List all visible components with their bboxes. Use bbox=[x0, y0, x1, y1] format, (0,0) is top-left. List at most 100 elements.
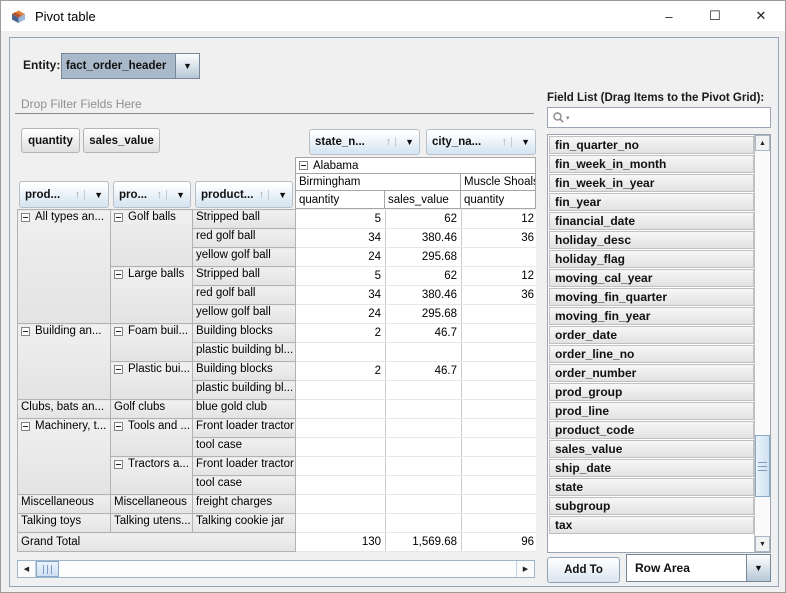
pivot-product-cell[interactable]: red golf ball bbox=[193, 229, 296, 248]
field-list-item[interactable]: product_code bbox=[549, 421, 754, 439]
field-search-box[interactable]: ▾ bbox=[547, 107, 771, 128]
pivot-product-cell[interactable]: freight charges bbox=[193, 495, 296, 514]
measure-header-quantity[interactable]: quantity bbox=[295, 190, 385, 209]
scroll-up-button[interactable]: ▲ bbox=[755, 135, 770, 151]
pivot-product-cell[interactable]: Stripped ball bbox=[193, 267, 296, 286]
field-list-item[interactable]: state bbox=[549, 478, 754, 496]
entity-dropdown-button[interactable]: ▼ bbox=[175, 54, 199, 78]
pivot-subgroup-cell[interactable]: Golf balls bbox=[111, 210, 193, 267]
pivot-product-cell[interactable]: tool case bbox=[193, 438, 296, 457]
measure-header-sales-value[interactable]: sales_value bbox=[384, 190, 461, 209]
add-to-button[interactable]: Add To bbox=[547, 557, 620, 583]
horizontal-scroll-thumb[interactable] bbox=[36, 561, 59, 577]
filter-dropdown-icon[interactable]: ▼ bbox=[395, 137, 414, 147]
data-field-button-quantity[interactable]: quantity bbox=[21, 128, 80, 153]
pivot-product-cell[interactable]: yellow golf ball bbox=[193, 248, 296, 267]
maximize-button[interactable]: ☐ bbox=[692, 1, 738, 31]
entity-combobox[interactable]: fact_order_header ▼ bbox=[61, 53, 200, 79]
row-field-button-product-code[interactable]: product... ↑ ▼ bbox=[195, 181, 293, 208]
city-header-muscle-shoals[interactable]: Muscle Shoals bbox=[460, 173, 536, 191]
state-group-header[interactable]: Alabama bbox=[295, 157, 536, 174]
field-search-input[interactable] bbox=[570, 108, 770, 127]
pivot-product-cell[interactable]: tool case bbox=[193, 476, 296, 495]
collapse-icon[interactable] bbox=[114, 422, 123, 431]
field-list-item[interactable]: financial_date bbox=[549, 212, 754, 230]
scroll-down-button[interactable]: ▼ bbox=[755, 536, 770, 552]
field-list-item[interactable]: moving_cal_year bbox=[549, 269, 754, 287]
sort-ascending-icon[interactable]: ↑ bbox=[386, 136, 392, 148]
collapse-icon[interactable] bbox=[21, 422, 30, 431]
pivot-group-cell[interactable]: Talking toys bbox=[18, 514, 111, 533]
field-list-item[interactable]: ship_date bbox=[549, 459, 754, 477]
column-field-button-city[interactable]: city_na... ↑ ▼ bbox=[426, 129, 536, 155]
minimize-button[interactable]: – bbox=[646, 1, 692, 31]
pivot-product-cell[interactable]: Stripped ball bbox=[193, 210, 296, 229]
pivot-subgroup-cell[interactable]: Tractors a... bbox=[111, 457, 193, 495]
area-combobox[interactable]: Row Area ▼ bbox=[626, 554, 771, 582]
close-button[interactable]: ✕ bbox=[738, 1, 784, 31]
collapse-icon[interactable] bbox=[114, 213, 123, 222]
scroll-right-button[interactable]: ▶ bbox=[516, 561, 534, 577]
pivot-product-cell[interactable]: Front loader tractor bbox=[193, 419, 296, 438]
collapse-icon[interactable] bbox=[114, 327, 123, 336]
collapse-icon[interactable] bbox=[299, 161, 308, 170]
sort-ascending-icon[interactable]: ↑ bbox=[157, 189, 163, 201]
field-list-item[interactable]: fin_year bbox=[549, 193, 754, 211]
collapse-icon[interactable] bbox=[114, 460, 123, 469]
pivot-product-cell[interactable]: Building blocks bbox=[193, 324, 296, 343]
collapse-icon[interactable] bbox=[114, 270, 123, 279]
pivot-group-cell[interactable]: Machinery, t... bbox=[18, 419, 111, 495]
field-list-item[interactable]: order_line_no bbox=[549, 345, 754, 363]
pivot-product-cell[interactable]: plastic building bl... bbox=[193, 343, 296, 362]
field-list-item[interactable]: sales_value bbox=[549, 440, 754, 458]
pivot-subgroup-cell[interactable]: Plastic bui... bbox=[111, 362, 193, 400]
pivot-subgroup-cell[interactable]: Foam buil... bbox=[111, 324, 193, 362]
field-list-item[interactable]: moving_fin_quarter bbox=[549, 288, 754, 306]
field-list-item[interactable]: tax bbox=[549, 516, 754, 534]
field-list-item[interactable]: prod_group bbox=[549, 383, 754, 401]
pivot-group-cell[interactable]: Miscellaneous bbox=[18, 495, 111, 514]
field-list-item[interactable]: fin_week_in_month bbox=[549, 155, 754, 173]
filter-dropdown-icon[interactable]: ▼ bbox=[268, 190, 287, 200]
field-list-item[interactable]: moving_fin_year bbox=[549, 307, 754, 325]
filter-dropdown-icon[interactable]: ▼ bbox=[84, 190, 103, 200]
field-list-item[interactable]: order_date bbox=[549, 326, 754, 344]
filter-dropdown-icon[interactable]: ▼ bbox=[511, 137, 530, 147]
pivot-product-cell[interactable]: red golf ball bbox=[193, 286, 296, 305]
measure-header-quantity-2[interactable]: quantity bbox=[460, 190, 536, 209]
sort-ascending-icon[interactable]: ↑ bbox=[502, 136, 508, 148]
field-list-item[interactable]: fin_week_in_year bbox=[549, 174, 754, 192]
sort-ascending-icon[interactable]: ↑ bbox=[259, 189, 265, 201]
field-list-item[interactable]: fin_quarter_no bbox=[549, 136, 754, 154]
pivot-subgroup-cell[interactable]: Golf clubs bbox=[111, 400, 193, 419]
collapse-icon[interactable] bbox=[21, 327, 30, 336]
pivot-product-cell[interactable]: yellow golf ball bbox=[193, 305, 296, 324]
pivot-group-cell[interactable]: Building an... bbox=[18, 324, 111, 400]
field-list-item[interactable]: holiday_flag bbox=[549, 250, 754, 268]
row-field-button-prod-group[interactable]: prod... ↑ ▼ bbox=[19, 181, 109, 208]
pivot-subgroup-cell[interactable]: Large balls bbox=[111, 267, 193, 324]
sort-ascending-icon[interactable]: ↑ bbox=[75, 189, 81, 201]
field-list-item[interactable]: holiday_desc bbox=[549, 231, 754, 249]
area-dropdown-button[interactable]: ▼ bbox=[746, 555, 770, 581]
pivot-product-cell[interactable]: blue gold club bbox=[193, 400, 296, 419]
vertical-scroll-thumb[interactable] bbox=[755, 435, 770, 497]
column-field-button-state[interactable]: state_n... ↑ ▼ bbox=[309, 129, 420, 155]
filter-dropdown-icon[interactable]: ▼ bbox=[166, 190, 185, 200]
pivot-product-cell[interactable]: plastic building bl... bbox=[193, 381, 296, 400]
pivot-product-cell[interactable]: Building blocks bbox=[193, 362, 296, 381]
pivot-subgroup-cell[interactable]: Miscellaneous bbox=[111, 495, 193, 514]
collapse-icon[interactable] bbox=[21, 213, 30, 222]
pivot-group-cell[interactable]: All types an... bbox=[18, 210, 111, 324]
field-list-item[interactable]: subgroup bbox=[549, 497, 754, 515]
city-header-birmingham[interactable]: Birmingham bbox=[295, 173, 461, 191]
pivot-product-cell[interactable]: Front loader tractor bbox=[193, 457, 296, 476]
scroll-left-button[interactable]: ◀ bbox=[18, 561, 36, 577]
field-list-item[interactable]: order_number bbox=[549, 364, 754, 382]
pivot-subgroup-cell[interactable]: Tools and ... bbox=[111, 419, 193, 457]
collapse-icon[interactable] bbox=[114, 365, 123, 374]
field-list-scrollbar[interactable]: ▲ ▼ bbox=[754, 135, 770, 552]
field-list-item[interactable]: prod_line bbox=[549, 402, 754, 420]
pivot-subgroup-cell[interactable]: Talking utens... bbox=[111, 514, 193, 533]
horizontal-scrollbar[interactable]: ◀ ▶ bbox=[17, 560, 535, 578]
